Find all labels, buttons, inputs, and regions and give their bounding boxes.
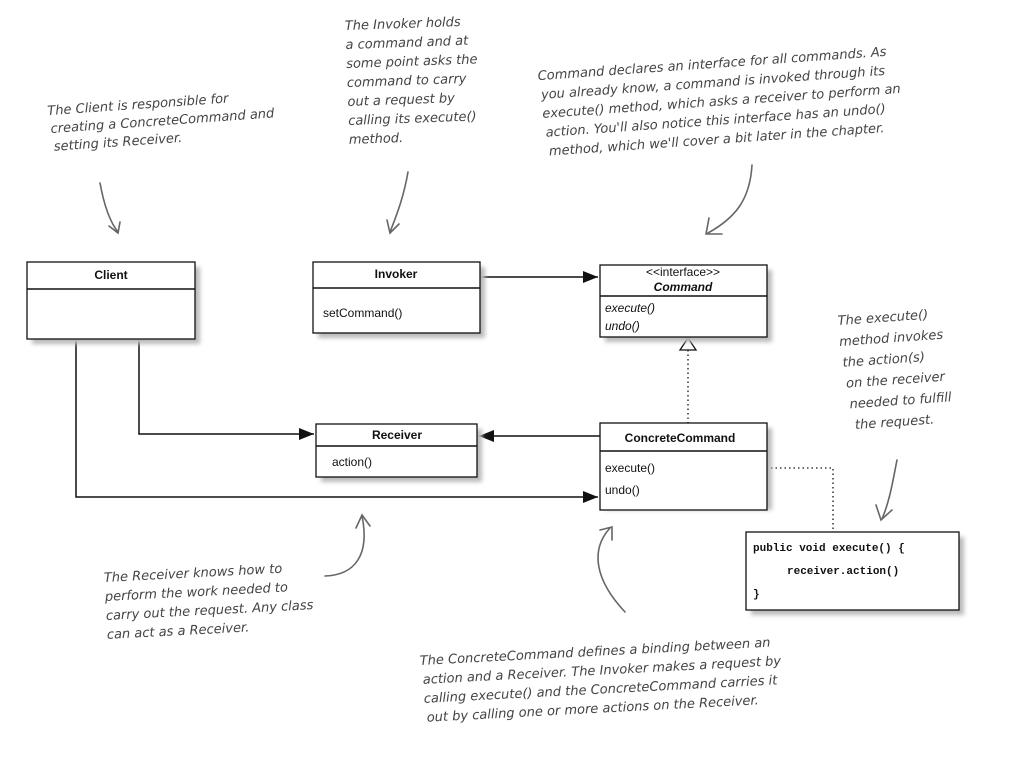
code-note: public void execute() { receiver.action(… — [745, 531, 964, 615]
command-note-arrow — [705, 164, 753, 235]
svg-text:Command declares an interface: Command declares an interface for all co… — [537, 44, 904, 160]
code-line-2: receiver.action() — [787, 566, 899, 578]
annotation-line: a command and at — [345, 34, 469, 53]
invoker-annotation: The Invoker holdsa command and atsome po… — [345, 14, 481, 148]
concretecommand-class: ConcreteCommand execute() undo() — [599, 422, 772, 511]
annotation-line: method invokes — [839, 328, 944, 350]
svg-text:The ConcreteCommand defines a: The ConcreteCommand defines a binding be… — [419, 635, 783, 726]
concretecommand-note-arrow — [597, 525, 626, 613]
annotation-line: out a request by — [347, 91, 455, 110]
annotation-line: calling its execute() — [348, 109, 477, 128]
client-note-arrow — [99, 182, 121, 235]
invoker-class: Invoker setCommand() — [312, 261, 485, 338]
svg-text:The execute()method invokesthe: The execute()method invokesthe action(s)… — [837, 306, 954, 433]
annotation-line: the request. — [855, 413, 935, 433]
command-annotation: Command declares an interface for all co… — [537, 44, 904, 160]
receiver-method: action() — [332, 455, 372, 469]
execute-annotation: The execute()method invokesthe action(s)… — [837, 306, 954, 433]
invoker-note-arrow — [386, 171, 409, 235]
annotation-line: needed to fulfill — [849, 390, 952, 412]
concretecommand-name: ConcreteCommand — [625, 431, 736, 445]
annotation-line: The Invoker holds — [345, 15, 462, 34]
annotation-line: some point asks the — [346, 52, 478, 72]
client-name: Client — [94, 268, 127, 282]
client-receiver-association — [138, 339, 314, 440]
command-pattern-diagram: Client Invoker setCommand() <<interface>… — [0, 0, 1017, 763]
annotation-line: the action(s) — [842, 350, 925, 371]
concretecommand-method-undo: undo() — [605, 483, 640, 497]
invoker-method: setCommand() — [323, 306, 402, 320]
command-name: Command — [654, 280, 713, 294]
code-line-3: } — [753, 589, 760, 601]
execute-note-arrow — [875, 459, 898, 522]
svg-text:The Receiver knows how toperfo: The Receiver knows how toperform the wor… — [103, 560, 315, 643]
command-stereotype: <<interface>> — [646, 265, 720, 279]
command-method-undo: undo() — [605, 319, 640, 333]
client-class: Client — [26, 261, 200, 344]
annotation-line: The execute() — [837, 308, 928, 329]
receiver-annotation: The Receiver knows how toperform the wor… — [103, 560, 315, 643]
receiver-note-arrow — [324, 513, 371, 577]
annotation-line: method. — [349, 131, 404, 148]
invoker-name: Invoker — [375, 267, 418, 281]
client-annotation: The Client is responsible forcreating a … — [47, 88, 277, 155]
annotation-line: on the receiver — [846, 370, 947, 392]
command-interface: <<interface>> Command execute() undo() — [599, 264, 772, 342]
diagram-canvas: Client Invoker setCommand() <<interface>… — [26, 14, 964, 726]
svg-text:The Invoker holdsa command and: The Invoker holdsa command and atsome po… — [345, 14, 481, 148]
receiver-class: Receiver action() — [315, 423, 482, 482]
receiver-name: Receiver — [372, 428, 422, 442]
command-method-execute: execute() — [605, 301, 655, 315]
svg-text:The Client is responsible forc: The Client is responsible forcreating a … — [47, 88, 277, 155]
concretecommand-method-execute: execute() — [605, 461, 655, 475]
code-line-1: public void execute() { — [753, 543, 905, 555]
concretecommand-annotation: The ConcreteCommand defines a binding be… — [419, 635, 783, 726]
annotation-line: command to carry — [347, 72, 467, 91]
annotation-line: can act as a Receiver. — [107, 620, 250, 642]
